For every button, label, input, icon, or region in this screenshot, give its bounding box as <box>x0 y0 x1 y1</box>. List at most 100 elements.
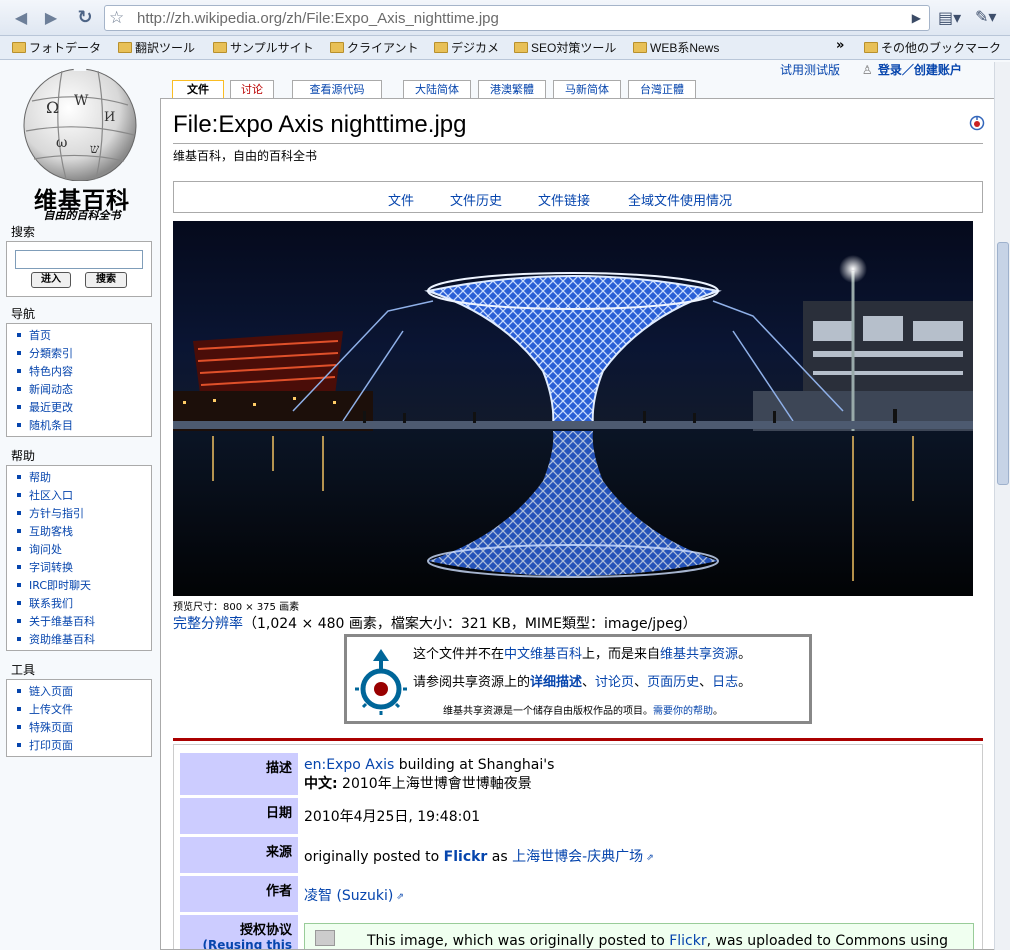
commons-history-link[interactable]: 页面历史 <box>647 675 699 690</box>
sidebar-item-print[interactable]: 打印页面 <box>17 737 151 755</box>
sidebar-item-featured[interactable]: 特色内容 <box>17 363 151 381</box>
info-label: 描述 <box>180 753 298 795</box>
help-portal-title: 帮助 <box>11 449 36 463</box>
page-scrollbar[interactable] <box>994 62 1010 950</box>
sidebar-item-what-links-here[interactable]: 链入页面 <box>17 683 151 701</box>
file-section-nav: 文件 文件历史 文件链接 全域文件使用情况 <box>173 181 983 213</box>
commons-line-1: 这个文件并不在中文维基百科上，而是来自维基共享资源。 <box>413 647 752 662</box>
file-nav-links[interactable]: 文件链接 <box>538 190 590 209</box>
back-icon[interactable]: ◀ <box>10 7 32 29</box>
address-bar[interactable]: ☆ http://zh.wikipedia.org/zh/File:Expo_A… <box>104 5 930 31</box>
full-resolution-link[interactable]: 完整分辨率 <box>173 616 243 632</box>
page-menu-icon[interactable]: ▤▾ <box>938 8 961 27</box>
bookmark-folder[interactable]: フォトデータ <box>12 39 101 57</box>
audio-icon[interactable] <box>969 115 985 131</box>
search-input[interactable] <box>15 250 143 269</box>
folder-icon <box>864 42 878 53</box>
browser-toolbar: ◀ ▶ ↻ ☆ http://zh.wikipedia.org/zh/File:… <box>0 0 1010 36</box>
bookmarks-overflow-chevron[interactable]: » <box>836 38 844 53</box>
other-bookmarks-folder[interactable]: その他のブックマーク <box>864 39 1001 57</box>
sidebar-item-main-page[interactable]: 首页 <box>17 327 151 345</box>
info-label: 作者 <box>180 876 298 912</box>
commons-help-link[interactable]: 需要你的帮助 <box>653 706 713 717</box>
svg-text:ω: ω <box>56 135 67 151</box>
commons-line-3: 维基共享资源是一个储存自由版权作品的项目。需要你的帮助。 <box>443 706 723 717</box>
sidebar-item-news[interactable]: 新闻动态 <box>17 381 151 399</box>
tab-variant-tw[interactable]: 台灣正體 <box>628 80 696 98</box>
file-nav-global-usage[interactable]: 全域文件使用情况 <box>628 190 732 209</box>
commons-line-2: 请参阅共享资源上的详细描述、讨论页、页面历史、日志。 <box>413 675 752 690</box>
sidebar-item-upload[interactable]: 上传文件 <box>17 701 151 719</box>
tab-file[interactable]: 文件 <box>172 80 224 98</box>
content-area: File:Expo Axis nighttime.jpg 维基百科，自由的百科全… <box>160 98 994 950</box>
bookmark-folder[interactable]: 翻訳ツール <box>118 39 195 57</box>
beta-link[interactable]: 试用测试版 <box>780 63 840 77</box>
wiki-page: Ω W И ω ש 维基百科 自由的百科全书 搜索 进入 搜索 导航 首页 分類… <box>0 61 1010 950</box>
commons-log-link[interactable]: 日志 <box>712 675 738 690</box>
go-button[interactable]: 进入 <box>31 272 71 288</box>
sidebar-item-community[interactable]: 社区入口 <box>17 487 151 505</box>
navigation-portal-title: 导航 <box>11 307 36 321</box>
file-nav-history[interactable]: 文件历史 <box>450 190 502 209</box>
local-wiki-link[interactable]: 中文维基百科 <box>504 647 582 662</box>
url-text[interactable]: http://zh.wikipedia.org/zh/File:Expo_Axi… <box>137 10 499 27</box>
sidebar-item-donate[interactable]: 资助维基百科 <box>17 631 151 649</box>
file-info-table: 描述 en:Expo Axis building at Shanghai's 中… <box>173 744 983 949</box>
tab-talk[interactable]: 讨论 <box>230 80 274 98</box>
info-label: 授权协议 (Reusing this <box>180 915 298 949</box>
sidebar-item-contact[interactable]: 联系我们 <box>17 595 151 613</box>
sidebar-item-special-pages[interactable]: 特殊页面 <box>17 719 151 737</box>
svg-text:ש: ש <box>90 142 100 157</box>
bookmark-folder[interactable]: SEO対策ツール <box>514 39 616 57</box>
bookmarks-bar: フォトデータ 翻訳ツール サンプルサイト クライアント デジカメ SEO対策ツー… <box>0 36 1010 60</box>
reusing-link[interactable]: (Reusing this <box>202 938 292 949</box>
commons-talk-link[interactable]: 讨论页 <box>595 675 634 690</box>
sidebar-item-policy[interactable]: 方针与指引 <box>17 505 151 523</box>
bookmark-star-icon[interactable]: ☆ <box>109 8 124 28</box>
go-icon[interactable]: ▶ <box>912 11 921 25</box>
sidebar-item-categories[interactable]: 分類索引 <box>17 345 151 363</box>
folder-icon <box>118 42 132 53</box>
file-nav-file[interactable]: 文件 <box>388 190 414 209</box>
sidebar-item-irc[interactable]: IRC即时聊天 <box>17 577 151 595</box>
wrench-menu-icon[interactable]: ✎▾ <box>975 7 996 26</box>
puzzle-globe-icon: Ω W И ω ש <box>23 61 137 182</box>
tab-view-source[interactable]: 查看源代码 <box>292 80 382 98</box>
author-link[interactable]: 凌智 (Suzuki) <box>304 888 393 904</box>
search-portal: 进入 搜索 <box>6 241 152 297</box>
bookmark-folder[interactable]: クライアント <box>330 39 419 57</box>
personal-links: 试用测试版 ♙ 登录／创建账户 <box>780 61 962 78</box>
flickr-photo-link[interactable]: 上海世博会-庆典广场 <box>512 849 643 865</box>
tab-variant-sg[interactable]: 马新简体 <box>553 80 621 98</box>
sidebar-item-village-pump[interactable]: 互助客栈 <box>17 523 151 541</box>
wikipedia-logo[interactable]: Ω W И ω ש 维基百科 自由的百科全书 <box>12 61 152 222</box>
sidebar-item-reference-desk[interactable]: 询问处 <box>17 541 151 559</box>
page-title: File:Expo Axis nighttime.jpg <box>173 111 467 138</box>
bookmark-folder[interactable]: サンプルサイト <box>213 39 314 57</box>
bookmark-folder[interactable]: デジカメ <box>434 39 499 57</box>
login-link[interactable]: 登录／创建账户 <box>878 63 962 77</box>
bookmark-folder[interactable]: WEB系News <box>633 39 719 57</box>
forward-icon[interactable]: ▶ <box>40 7 62 29</box>
scrollbar-thumb[interactable] <box>997 242 1009 485</box>
info-value: en:Expo Axis building at Shanghai's 中文: … <box>304 757 555 792</box>
folder-icon <box>12 42 26 53</box>
reload-icon[interactable]: ↻ <box>74 7 96 29</box>
svg-text:Ω: Ω <box>46 98 59 117</box>
license-text: This image, which was originally posted … <box>367 933 949 949</box>
sidebar-item-random[interactable]: 随机条目 <box>17 417 151 435</box>
sidebar-item-about[interactable]: 关于维基百科 <box>17 613 151 631</box>
sidebar-item-help[interactable]: 帮助 <box>17 469 151 487</box>
expo-axis-photo[interactable] <box>173 221 973 596</box>
sidebar-item-conversion[interactable]: 字词转换 <box>17 559 151 577</box>
license-flickr-link[interactable]: Flickr <box>669 933 706 949</box>
tab-variant-cn[interactable]: 大陆简体 <box>403 80 471 98</box>
sidebar-item-recent-changes[interactable]: 最近更改 <box>17 399 151 417</box>
flickr-link[interactable]: Flickr <box>444 849 488 865</box>
search-button[interactable]: 搜索 <box>85 272 127 288</box>
info-value: originally posted to Flickr as 上海世博会-庆典广… <box>304 849 654 865</box>
tab-variant-hk[interactable]: 港澳繁體 <box>478 80 546 98</box>
expo-axis-link[interactable]: en:Expo Axis <box>304 757 394 773</box>
detailed-description-link[interactable]: 详细描述 <box>530 675 582 690</box>
commons-link[interactable]: 维基共享资源 <box>660 647 738 662</box>
